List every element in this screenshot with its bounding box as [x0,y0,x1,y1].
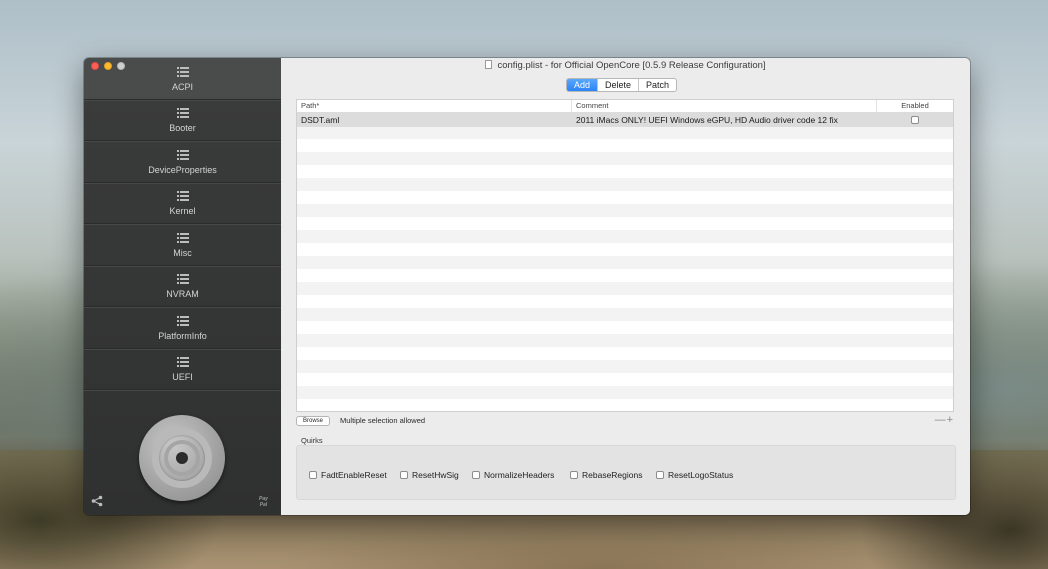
remove-add-buttons[interactable]: —+ [935,414,954,426]
sidebar-item-booter[interactable]: Booter [84,100,281,142]
quirks-panel: FadtEnableReset ResetHwSig NormalizeHead… [296,445,956,500]
sidebar-item-label: Booter [169,123,196,133]
main-panel: config.plist - for Official OpenCore [0.… [281,58,970,515]
quirk-label: RebaseRegions [582,470,643,480]
sidebar-item-platforminfo[interactable]: PlatformInfo [84,307,281,349]
document-icon [485,60,493,69]
cell-enabled [877,113,953,127]
column-header-enabled[interactable]: Enabled [877,100,953,112]
column-header-comment[interactable]: Comment [572,100,877,112]
quirk-checkbox[interactable] [656,471,664,479]
opencore-logo [139,415,225,501]
table-body: DSDT.aml 2011 iMacs ONLY! UEFI Windows e… [297,113,953,411]
segmented-control: Add Delete Patch [566,78,678,92]
app-window: ACPI Booter DeviceProperties Kernel Misc… [84,58,970,515]
minimize-button[interactable] [104,62,112,70]
sidebar-item-nvram[interactable]: NVRAM [84,266,281,308]
list-icon [176,232,189,243]
tab-add[interactable]: Add [567,79,598,91]
tab-delete[interactable]: Delete [597,79,638,91]
table-footer: Browse Multiple selection allowed —+ [296,414,954,428]
quirk-label: ResetHwSig [412,470,459,480]
sidebar-item-misc[interactable]: Misc [84,224,281,266]
list-icon [176,315,189,326]
window-title: config.plist - for Official OpenCore [0.… [497,60,766,71]
quirk-checkbox[interactable] [309,471,317,479]
sidebar-item-kernel[interactable]: Kernel [84,183,281,225]
list-icon [176,191,189,201]
window-controls [91,62,125,70]
sidebar-item-deviceproperties[interactable]: DeviceProperties [84,141,281,183]
sidebar-item-label: DeviceProperties [148,164,217,175]
quirk-checkbox[interactable] [400,471,408,479]
browse-button[interactable]: Browse [296,416,331,426]
cell-comment[interactable]: 2011 iMacs ONLY! UEFI Windows eGPU, HD A… [572,113,877,127]
quirk-resetlogostatus[interactable]: ResetLogoStatus [656,470,733,480]
quirk-fadtenablereset[interactable]: FadtEnableReset [309,470,387,480]
quirk-label: FadtEnableReset [321,470,387,480]
quirk-label: ResetLogoStatus [668,470,734,480]
zoom-button[interactable] [117,62,125,70]
column-header-path[interactable]: Path* [297,100,572,112]
paypal-button[interactable]: Pay Pal [259,496,268,508]
close-button[interactable] [91,62,99,70]
list-icon [176,274,189,284]
sidebar-item-label: Misc [173,247,192,258]
quirk-checkbox[interactable] [472,471,480,479]
paypal-text: Pal [259,502,268,508]
acpi-table: Path* Comment Enabled DSDT.aml 2011 iMac… [296,99,954,412]
sidebar-item-uefi[interactable]: UEFI [84,349,281,391]
quirks-label: Quirks [301,436,323,445]
sidebar-item-label: PlatformInfo [158,330,207,341]
table-row[interactable]: DSDT.aml 2011 iMacs ONLY! UEFI Windows e… [297,113,953,127]
share-icon[interactable] [91,495,103,507]
sidebar: ACPI Booter DeviceProperties Kernel Misc… [84,58,281,515]
list-icon [176,149,189,160]
sidebar-item-label: NVRAM [166,289,199,299]
selection-hint: Multiple selection allowed [340,416,426,425]
sidebar-item-label: UEFI [172,372,193,382]
quirk-resethwsig[interactable]: ResetHwSig [400,470,459,480]
quirk-checkbox[interactable] [570,471,578,479]
quirk-rebaseregions[interactable]: RebaseRegions [570,470,642,480]
sidebar-item-label: ACPI [171,81,193,92]
list-icon [176,108,189,118]
title-bar: config.plist - for Official OpenCore [0.… [281,58,970,75]
list-icon [176,357,189,367]
quirk-normalizeheaders[interactable]: NormalizeHeaders [472,470,554,480]
enabled-checkbox[interactable] [911,116,919,124]
table-header: Path* Comment Enabled [297,100,953,113]
quirk-label: NormalizeHeaders [484,470,555,480]
sidebar-item-label: Kernel [169,206,196,216]
cell-path[interactable]: DSDT.aml [297,113,572,127]
list-icon [176,66,189,77]
tab-patch[interactable]: Patch [638,79,676,91]
logo-center [176,452,188,464]
